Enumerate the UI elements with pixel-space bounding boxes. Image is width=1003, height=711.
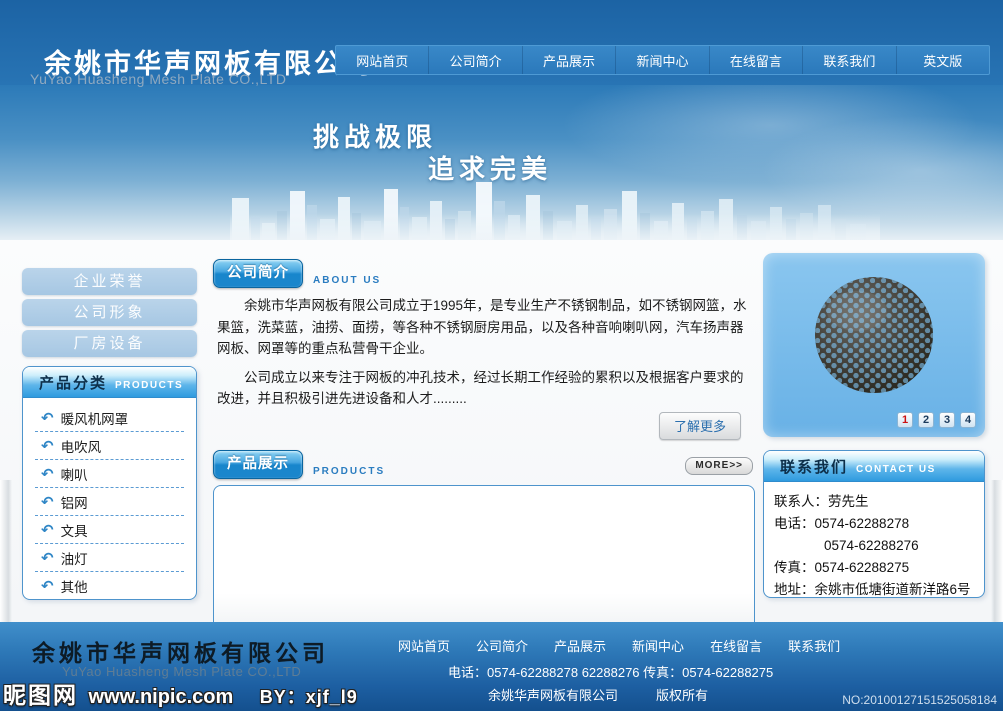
category-label: 文具 [61, 520, 88, 540]
contact-subtitle: CONTACT US [856, 464, 936, 475]
about-section-header: 公司简介 ABOUT US [213, 258, 755, 288]
category-item-speaker[interactable]: ↶ 喇叭 [35, 460, 184, 488]
products-section-header: 产品展示 PRODUCTS MORE>> [213, 449, 755, 479]
watermark: 昵图网 www.nipic.com BY：xjf_l9 [3, 676, 358, 710]
footer-copyright-text: 版权所有 [656, 688, 708, 703]
arrow-icon: ↶ [41, 521, 54, 539]
arrow-icon: ↶ [41, 437, 54, 455]
contact-phone-2: 0574-62288276 [774, 535, 974, 557]
center-column: 公司简介 ABOUT US 余姚市华声网板有限公司成立于1995年，是专业生产不… [213, 258, 755, 636]
contact-title: 联系我们 [780, 456, 848, 477]
learn-more-row: 了解更多 [213, 412, 741, 440]
category-label: 其他 [61, 576, 88, 596]
banner-slogan-line1: 挑战极限 [313, 117, 437, 154]
left-edge-decoration [0, 480, 12, 622]
nav-item-contact[interactable]: 联系我们 [802, 46, 895, 74]
footer-copyright-company: 余姚华声网板有限公司 [488, 688, 618, 703]
footer-nav-message[interactable]: 在线留言 [710, 636, 762, 655]
product-image-box: 1 2 3 4 [763, 253, 985, 437]
contact-body: 联系人：劳先生 电话：0574-62288278 0574-62288276 传… [764, 482, 984, 598]
watermark-site-url: www.nipic.com [88, 686, 233, 708]
category-label: 电吹风 [61, 436, 102, 456]
products-display-box [213, 485, 755, 636]
pager-button-2[interactable]: 2 [918, 412, 934, 428]
category-list: ↶ 暖风机网罩 ↶ 电吹风 ↶ 喇叭 ↶ 铝网 ↶ 文具 ↶ 油灯 ↶ 其他 [23, 398, 196, 600]
tab-about[interactable]: 公司简介 [213, 259, 303, 288]
gallery-pagination: 1 2 3 4 [897, 412, 976, 428]
header: 余姚市华声网板有限公司 YuYao Huasheng Mesh Plate CO… [0, 0, 1003, 85]
footer-nav-home[interactable]: 网站首页 [398, 636, 450, 655]
footer-copyright: 余姚华声网板有限公司 版权所有 [488, 685, 708, 704]
contact-fax: 传真：0574-62288275 [774, 557, 974, 579]
category-item-heater-mesh[interactable]: ↶ 暖风机网罩 [35, 404, 184, 432]
category-label: 油灯 [61, 548, 88, 568]
footer-nav: 网站首页 公司简介 产品展示 新闻中心 在线留言 联系我们 [398, 636, 840, 655]
arrow-icon: ↶ [41, 409, 54, 427]
learn-more-button[interactable]: 了解更多 [659, 412, 741, 440]
footer-nav-products[interactable]: 产品展示 [554, 636, 606, 655]
pager-button-3[interactable]: 3 [939, 412, 955, 428]
contact-phone-1: 电话：0574-62288278 [774, 513, 974, 535]
category-label: 暖风机网罩 [61, 408, 129, 428]
city-skyline-image [230, 162, 880, 240]
hero-banner: 挑战极限 追求完美 [0, 85, 1003, 240]
products-subtitle: PRODUCTS [313, 466, 385, 477]
page: 余姚市华声网板有限公司 YuYao Huasheng Mesh Plate CO… [0, 0, 1003, 711]
nav-item-home[interactable]: 网站首页 [336, 46, 428, 74]
sidebar: 企业荣誉 公司形象 厂房设备 产品分类 PRODUCTS ↶ 暖风机网罩 ↶ 电吹风… [22, 268, 197, 600]
footer-nav-news[interactable]: 新闻中心 [632, 636, 684, 655]
main-content: 企业荣誉 公司形象 厂房设备 产品分类 PRODUCTS ↶ 暖风机网罩 ↶ 电吹风… [0, 240, 1003, 622]
company-name-en: YuYao Huasheng Mesh Plate CO.,LTD [30, 71, 286, 87]
category-item-oil-lamp[interactable]: ↶ 油灯 [35, 544, 184, 572]
contact-address: 地址：余姚市低塘街道新洋路6号 [774, 579, 974, 598]
category-item-hairdryer[interactable]: ↶ 电吹风 [35, 432, 184, 460]
more-button[interactable]: MORE>> [685, 457, 753, 475]
category-item-aluminum-mesh[interactable]: ↶ 铝网 [35, 488, 184, 516]
category-item-other[interactable]: ↶ 其他 [35, 572, 184, 600]
arrow-icon: ↶ [41, 493, 54, 511]
footer-nav-contact[interactable]: 联系我们 [788, 636, 840, 655]
nav-item-about[interactable]: 公司简介 [428, 46, 521, 74]
product-categories-panel: 产品分类 PRODUCTS ↶ 暖风机网罩 ↶ 电吹风 ↶ 喇叭 ↶ 铝网 ↶ 文具 ↶ 油… [22, 366, 197, 600]
category-label: 铝网 [61, 492, 88, 512]
product-categories-header: 产品分类 PRODUCTS [23, 367, 196, 398]
category-item-stationery[interactable]: ↶ 文具 [35, 516, 184, 544]
footer-nav-about[interactable]: 公司简介 [476, 636, 528, 655]
watermark-author: BY：xjf_l9 [260, 687, 358, 707]
right-edge-decoration [991, 480, 1003, 622]
about-paragraph-1: 余姚市华声网板有限公司成立于1995年，是专业生产不锈钢制品，如不锈钢网篮，水果… [217, 295, 755, 360]
product-categories-subtitle: PRODUCTS [115, 380, 183, 391]
about-subtitle: ABOUT US [313, 275, 381, 286]
nav-item-english[interactable]: 英文版 [896, 46, 989, 74]
arrow-icon: ↶ [41, 465, 54, 483]
tab-products[interactable]: 产品展示 [213, 450, 303, 479]
mesh-dome-image [809, 273, 939, 399]
nav-item-products[interactable]: 产品展示 [522, 46, 615, 74]
arrow-icon: ↶ [41, 549, 54, 567]
category-label: 喇叭 [61, 464, 88, 484]
main-nav: 网站首页 公司简介 产品展示 新闻中心 在线留言 联系我们 英文版 [335, 45, 990, 75]
footer-company-name: 余姚市华声网板有限公司 [32, 634, 329, 668]
about-paragraph-2: 公司成立以来专注于网板的冲孔技术，经过长期工作经验的累积以及根据客户要求的改进，… [217, 367, 755, 410]
watermark-site-name: 昵图网 [3, 682, 78, 708]
nav-item-message[interactable]: 在线留言 [709, 46, 802, 74]
footer-phone-line: 电话：0574-62288278 62288276 传真：0574-622882… [448, 662, 773, 681]
product-categories-title: 产品分类 [39, 372, 107, 393]
arrow-icon: ↶ [41, 577, 54, 595]
pager-button-1[interactable]: 1 [897, 412, 913, 428]
footer-serial-number: NO:20100127151525058184 [842, 693, 997, 707]
pager-button-4[interactable]: 4 [960, 412, 976, 428]
right-column: 1 2 3 4 联系我们 CONTACT US 联系人：劳先生 电话：0574-… [763, 253, 985, 598]
contact-person: 联系人：劳先生 [774, 491, 974, 513]
contact-panel: 联系我们 CONTACT US 联系人：劳先生 电话：0574-62288278… [763, 450, 985, 598]
sidebar-button-honor[interactable]: 企业荣誉 [22, 268, 197, 295]
nav-item-news[interactable]: 新闻中心 [615, 46, 708, 74]
sidebar-button-equipment[interactable]: 厂房设备 [22, 330, 197, 357]
sidebar-button-image[interactable]: 公司形象 [22, 299, 197, 326]
contact-header: 联系我们 CONTACT US [764, 451, 984, 482]
